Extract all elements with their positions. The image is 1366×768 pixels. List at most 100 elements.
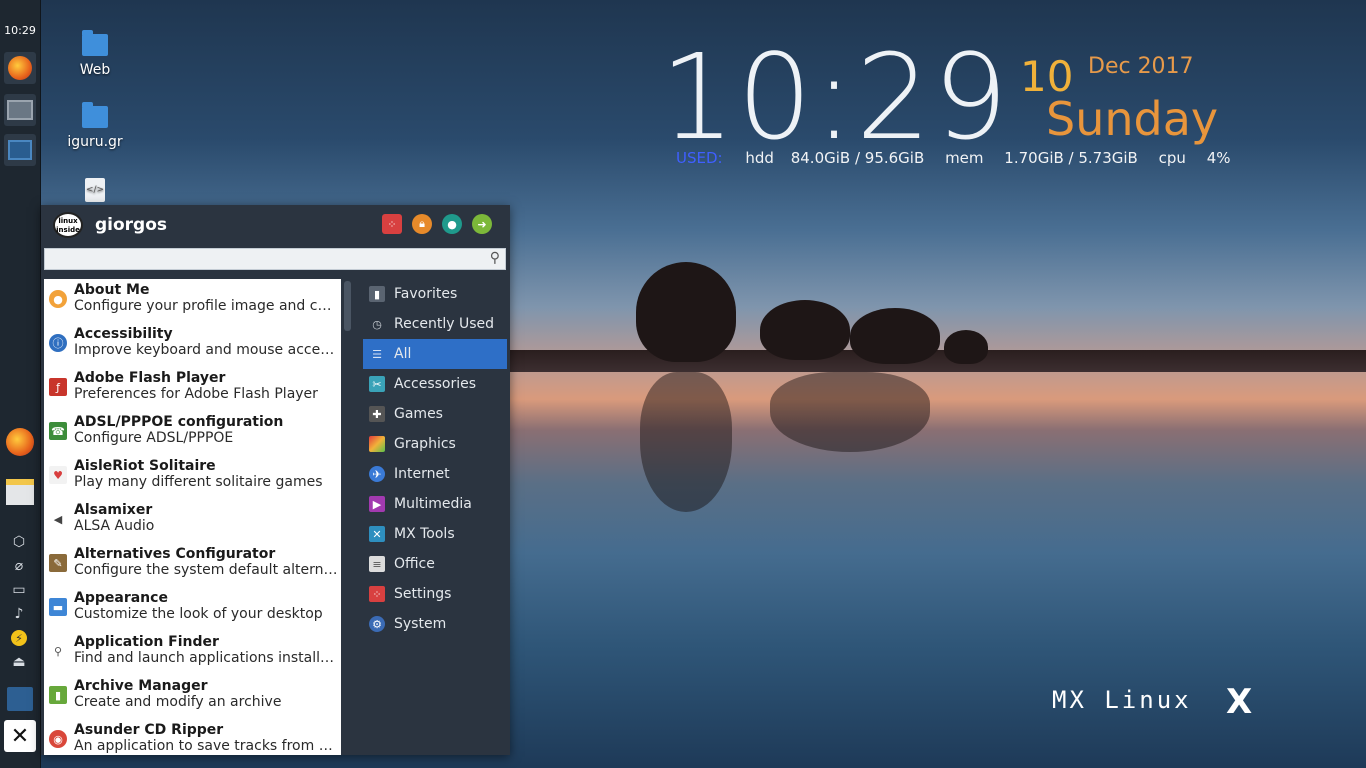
desktop-icon-web[interactable]: Web (55, 30, 135, 78)
desktop-icon-label: iguru.gr (67, 134, 123, 150)
conky-month-year: Dec 2017 (1088, 54, 1194, 79)
mem-label: mem (945, 149, 984, 167)
app-list-scrollbar[interactable] (341, 279, 355, 755)
category-recently-used[interactable]: ◷ Recently Used (363, 309, 507, 339)
firefox-launcher[interactable] (4, 52, 36, 84)
wallpaper-horizon (510, 350, 1366, 372)
category-games[interactable]: ✚ Games (363, 399, 507, 429)
window-icon (7, 100, 33, 120)
archive-icon: ▮ (49, 686, 67, 704)
volume-icon[interactable]: ♪ (8, 604, 30, 624)
paperclip-icon[interactable]: ⌀ (8, 556, 30, 576)
tools-icon: ✎ (49, 554, 67, 572)
list-item[interactable]: ◀ Alsamixer ALSA Audio (44, 499, 341, 543)
flash-icon: ƒ (49, 378, 67, 396)
mx-logo: X (1226, 682, 1253, 722)
search-icon: ⚲ (53, 644, 63, 658)
desktop-icon-iguru[interactable]: iguru.gr (55, 102, 135, 150)
cpu-label: cpu (1158, 149, 1186, 167)
screenshot-launcher[interactable] (4, 683, 36, 715)
mem-value: 1.70GiB / 5.73GiB (1004, 149, 1138, 167)
search-input[interactable] (45, 249, 481, 270)
hdd-label: hdd (745, 149, 774, 167)
mx-logo-icon: ✕ (10, 723, 30, 749)
desktop-icon-label: Web (79, 62, 111, 78)
list-item[interactable]: ⚲ Application Finder Find and launch app… (44, 631, 341, 675)
wallpaper-tree (944, 330, 988, 364)
menu-button[interactable]: ✕ (4, 720, 36, 752)
list-item[interactable]: ♥ AisleRiot Solitaire Play many differen… (44, 455, 341, 499)
package-icon[interactable]: ⬡ (8, 532, 30, 552)
list-item[interactable]: ☎ ADSL/PPPOE configuration Configure ADS… (44, 411, 341, 455)
category-mx-tools[interactable]: ✕ MX Tools (363, 519, 507, 549)
window-icon (8, 140, 32, 160)
user-avatar[interactable]: linux inside (53, 212, 83, 238)
desktop-icon-html-file[interactable]: </> (55, 178, 135, 202)
list-icon: ☰ (372, 347, 382, 361)
category-office[interactable]: ≡ Office (363, 549, 507, 579)
accessories-icon: ✂ (369, 376, 385, 392)
lock-screen-button[interactable]: 🔒︎ (412, 214, 432, 234)
list-item[interactable]: ◉ Asunder CD Ripper An application to sa… (44, 719, 341, 755)
list-item[interactable]: ▮ Archive Manager Create and modify an a… (44, 675, 341, 719)
document-icon: ≡ (369, 556, 385, 572)
category-system[interactable]: ⚙ System (363, 609, 507, 639)
bookmark-icon: ▮ (369, 286, 385, 302)
scrollbar-thumb[interactable] (344, 281, 351, 331)
window-button[interactable] (4, 94, 36, 126)
left-panel: 10:29 ⬡ ⌀ ▭ ♪ ⚡ ⏏ ✕ (0, 0, 41, 768)
category-favorites[interactable]: ▮ Favorites (363, 279, 507, 309)
eject-icon[interactable]: ⏏ (8, 652, 30, 672)
category-settings[interactable]: ⁘ Settings (363, 579, 507, 609)
mx-linux-brand: MX Linux (1052, 686, 1192, 714)
firefox-icon (6, 428, 34, 456)
multimedia-icon: ▶ (369, 496, 385, 512)
folder-icon (82, 30, 108, 56)
application-menu: linux inside giorgos ⁘ 🔒︎ ● ➜ ⚲ ● About … (41, 205, 510, 755)
settings-manager-button[interactable]: ⁘ (382, 214, 402, 234)
hdd-value: 84.0GiB / 95.6GiB (790, 149, 925, 167)
phone-icon: ☎ (49, 422, 67, 440)
list-item[interactable]: ƒ Adobe Flash Player Preferences for Ado… (44, 367, 341, 411)
category-accessories[interactable]: ✂ Accessories (363, 369, 507, 399)
category-graphics[interactable]: Graphics (363, 429, 507, 459)
user-icon: ● (49, 290, 67, 308)
wallpaper-reflection (770, 372, 930, 452)
app-list: ● About Me Configure your profile image … (44, 279, 341, 755)
wallpaper-reflection (640, 372, 732, 512)
graphics-icon (369, 436, 385, 452)
file-manager-icon (6, 479, 34, 505)
globe-icon: ✈ (369, 466, 385, 482)
cd-icon: ◉ (49, 730, 67, 748)
camera-icon (7, 687, 33, 711)
wallpaper-tree (636, 262, 736, 362)
gamepad-icon: ✚ (369, 406, 385, 422)
list-item[interactable]: ✎ Alternatives Configurator Configure th… (44, 543, 341, 587)
conky-weekday: Sunday (1046, 92, 1219, 146)
firefox-launcher[interactable] (4, 426, 36, 458)
switch-user-button[interactable]: ● (442, 214, 462, 234)
search-field[interactable]: ⚲ (44, 248, 506, 270)
category-all[interactable]: ☰ All (363, 339, 507, 369)
list-item[interactable]: ● About Me Configure your profile image … (44, 279, 341, 323)
window-button[interactable] (4, 134, 36, 166)
power-icon[interactable]: ⚡ (8, 628, 30, 648)
accessibility-icon: ⓘ (49, 334, 67, 352)
firefox-icon (8, 56, 32, 80)
category-internet[interactable]: ✈ Internet (363, 459, 507, 489)
category-multimedia[interactable]: ▶ Multimedia (363, 489, 507, 519)
speaker-icon: ◀ (53, 512, 63, 526)
category-list: ▮ Favorites ◷ Recently Used ☰ All ✂ Accessor… (363, 279, 507, 639)
search-icon: ⚲ (489, 250, 500, 266)
panel-clock[interactable]: 10:29 (0, 24, 40, 37)
list-item[interactable]: ▬ Appearance Customize the look of your … (44, 587, 341, 631)
list-item[interactable]: ⓘ Accessibility Improve keyboard and mou… (44, 323, 341, 367)
log-out-button[interactable]: ➜ (472, 214, 492, 234)
settings-icon: ⁘ (369, 586, 385, 602)
file-manager-launcher[interactable] (4, 476, 36, 508)
display-icon[interactable]: ▭ (8, 580, 30, 600)
wallpaper-tree (850, 308, 940, 364)
mx-tools-icon: ✕ (369, 526, 385, 542)
cpu-value: 4% (1206, 149, 1231, 167)
clock-icon: ◷ (372, 317, 382, 331)
